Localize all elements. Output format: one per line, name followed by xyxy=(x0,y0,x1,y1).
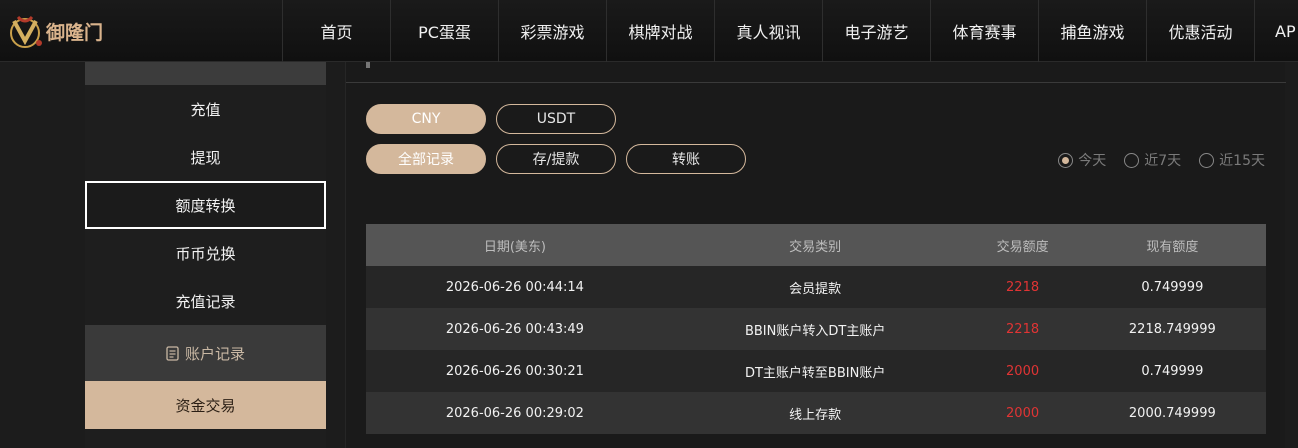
currency-tab-cny[interactable]: CNY xyxy=(366,104,486,134)
date-filter-15-days[interactable]: 近15天 xyxy=(1199,150,1265,170)
panel-title-marker xyxy=(366,62,370,68)
filter-tab-transfer[interactable]: 转账 xyxy=(626,144,746,174)
nav-slots[interactable]: 电子游艺 xyxy=(822,0,930,62)
brand-emblem-icon xyxy=(10,15,42,48)
date-filter-7-days[interactable]: 近7天 xyxy=(1124,150,1181,170)
radio-icon xyxy=(1124,152,1140,168)
table-row: 2026-06-26 00:30:21 DT主账户转至BBIN账户 2000 0… xyxy=(366,350,1266,392)
filter-tab-all[interactable]: 全部记录 xyxy=(366,144,486,174)
sidebar-item-withdraw[interactable]: 提现 xyxy=(85,133,326,181)
nav-lottery[interactable]: 彩票游戏 xyxy=(498,0,606,62)
document-icon xyxy=(166,345,179,361)
cell-balance: 0.749999 xyxy=(1078,266,1266,308)
currency-tab-usdt[interactable]: USDT xyxy=(496,104,616,134)
main-panel: CNY USDT 全部记录 存/提款 转账 今天 近7天 近15天 日期(美东)… xyxy=(345,62,1286,448)
filter-tab-deposit-withdraw[interactable]: 存/提款 xyxy=(496,144,616,174)
table-header-row: 日期(美东) 交易类别 交易额度 现有额度 xyxy=(366,224,1266,266)
nav-home[interactable]: 首页 xyxy=(282,0,390,62)
nav-sports[interactable]: 体育赛事 xyxy=(930,0,1038,62)
transaction-table: 日期(美东) 交易类别 交易额度 现有额度 2026-06-26 00:44:1… xyxy=(366,224,1266,434)
date-filter-label: 今天 xyxy=(1078,153,1107,169)
sidebar-section-label: 账户记录 xyxy=(184,344,245,363)
column-header-amount: 交易额度 xyxy=(966,224,1079,266)
date-filter-label: 近15天 xyxy=(1219,153,1265,169)
sidebar-item-deposit[interactable]: 充值 xyxy=(85,85,326,133)
cell-amount: 2218 xyxy=(966,266,1079,308)
cell-amount: 2000 xyxy=(966,392,1079,434)
cell-date: 2026-06-26 00:43:49 xyxy=(366,308,664,350)
sidebar-item-transfer[interactable]: 额度转换 xyxy=(85,181,326,229)
cell-type: 线上存款 xyxy=(663,392,967,434)
table-row: 2026-06-26 00:44:14 会员提款 2218 0.749999 xyxy=(366,266,1266,308)
account-sidebar: 充值 提现 额度转换 币币兑换 充值记录 账户记录 资金交易 xyxy=(85,62,326,448)
nav-promotions[interactable]: 优惠活动 xyxy=(1146,0,1254,62)
cell-amount: 2218 xyxy=(966,308,1079,350)
nav-app[interactable]: AP xyxy=(1254,0,1298,62)
table-row: 2026-06-26 00:43:49 BBIN账户转入DT主账户 2218 2… xyxy=(366,308,1266,350)
cell-balance: 2218.749999 xyxy=(1078,308,1266,350)
nav-fishing[interactable]: 捕鱼游戏 xyxy=(1038,0,1146,62)
brand-name: 御隆门 xyxy=(46,21,104,44)
column-header-date: 日期(美东) xyxy=(366,224,664,266)
cell-type: 会员提款 xyxy=(663,266,967,308)
table-row: 2026-06-26 00:29:02 线上存款 2000 2000.74999… xyxy=(366,392,1266,434)
nav-live-casino[interactable]: 真人视讯 xyxy=(714,0,822,62)
cell-date: 2026-06-26 00:29:02 xyxy=(366,392,664,434)
radio-checked-icon xyxy=(1058,152,1074,168)
panel-title-divider xyxy=(346,82,1286,83)
cell-balance: 0.749999 xyxy=(1078,350,1266,392)
sidebar-section-account-records[interactable]: 账户记录 xyxy=(85,325,326,381)
radio-icon xyxy=(1199,152,1215,168)
cell-balance: 2000.749999 xyxy=(1078,392,1266,434)
brand-logo[interactable]: 御隆门 xyxy=(6,8,116,54)
sidebar-item-coin-exchange[interactable]: 币币兑换 xyxy=(85,229,326,277)
cell-type: DT主账户转至BBIN账户 xyxy=(663,350,967,392)
sidebar-item-fund-transactions[interactable]: 资金交易 xyxy=(85,381,326,429)
cell-date: 2026-06-26 00:44:14 xyxy=(366,266,664,308)
column-header-type: 交易类别 xyxy=(663,224,967,266)
column-header-balance: 现有额度 xyxy=(1078,224,1266,266)
cell-date: 2026-06-26 00:30:21 xyxy=(366,350,664,392)
top-navbar: 御隆门 首页 PC蛋蛋 彩票游戏 棋牌对战 真人视讯 电子游艺 体育赛事 捕鱼游… xyxy=(0,0,1298,62)
date-filter-today[interactable]: 今天 xyxy=(1058,150,1106,170)
sidebar-section-header-partial xyxy=(85,62,326,85)
cell-type: BBIN账户转入DT主账户 xyxy=(663,308,967,350)
main-nav: 首页 PC蛋蛋 彩票游戏 棋牌对战 真人视讯 电子游艺 体育赛事 捕鱼游戏 优惠… xyxy=(282,0,1298,62)
date-filter-label: 近7天 xyxy=(1144,153,1182,169)
date-range-filter: 今天 近7天 近15天 xyxy=(1058,150,1265,170)
nav-pc-egg[interactable]: PC蛋蛋 xyxy=(390,0,498,62)
cell-amount: 2000 xyxy=(966,350,1079,392)
sidebar-item-deposit-records[interactable]: 充值记录 xyxy=(85,277,326,325)
nav-card-games[interactable]: 棋牌对战 xyxy=(606,0,714,62)
